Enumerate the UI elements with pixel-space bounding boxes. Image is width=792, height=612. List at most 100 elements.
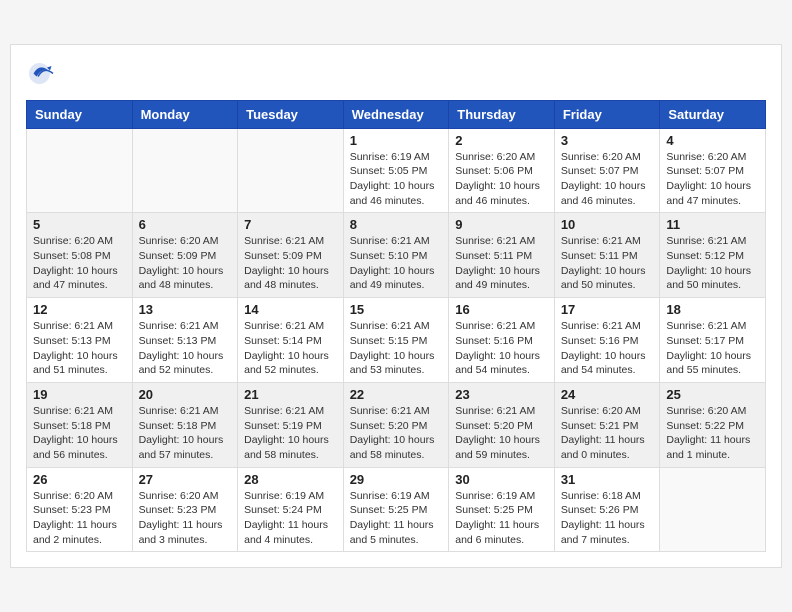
day-cell: 30 Sunrise: 6:19 AM Sunset: 5:25 PM Dayli… — [449, 467, 555, 552]
day-number: 13 — [139, 302, 232, 317]
day-info: Sunrise: 6:21 AM Sunset: 5:16 PM Dayligh… — [455, 319, 548, 378]
day-cell: 17 Sunrise: 6:21 AM Sunset: 5:16 PM Dayli… — [554, 298, 660, 383]
day-number: 4 — [666, 133, 759, 148]
day-info: Sunrise: 6:21 AM Sunset: 5:20 PM Dayligh… — [455, 404, 548, 463]
day-cell: 24 Sunrise: 6:20 AM Sunset: 5:21 PM Dayli… — [554, 382, 660, 467]
day-cell: 13 Sunrise: 6:21 AM Sunset: 5:13 PM Dayli… — [132, 298, 238, 383]
day-number: 19 — [33, 387, 126, 402]
day-info: Sunrise: 6:19 AM Sunset: 5:25 PM Dayligh… — [350, 489, 443, 548]
day-number: 2 — [455, 133, 548, 148]
day-cell: 11 Sunrise: 6:21 AM Sunset: 5:12 PM Dayli… — [660, 213, 766, 298]
day-cell: 25 Sunrise: 6:20 AM Sunset: 5:22 PM Dayli… — [660, 382, 766, 467]
day-cell: 6 Sunrise: 6:20 AM Sunset: 5:09 PM Daylig… — [132, 213, 238, 298]
day-number: 7 — [244, 217, 337, 232]
week-row-5: 26 Sunrise: 6:20 AM Sunset: 5:23 PM Dayli… — [27, 467, 766, 552]
day-cell: 10 Sunrise: 6:21 AM Sunset: 5:11 PM Dayli… — [554, 213, 660, 298]
day-cell: 3 Sunrise: 6:20 AM Sunset: 5:07 PM Daylig… — [554, 128, 660, 213]
day-cell — [132, 128, 238, 213]
day-info: Sunrise: 6:21 AM Sunset: 5:17 PM Dayligh… — [666, 319, 759, 378]
day-cell: 28 Sunrise: 6:19 AM Sunset: 5:24 PM Dayli… — [238, 467, 344, 552]
week-row-2: 5 Sunrise: 6:20 AM Sunset: 5:08 PM Daylig… — [27, 213, 766, 298]
day-number: 11 — [666, 217, 759, 232]
day-cell: 20 Sunrise: 6:21 AM Sunset: 5:18 PM Dayli… — [132, 382, 238, 467]
week-row-3: 12 Sunrise: 6:21 AM Sunset: 5:13 PM Dayli… — [27, 298, 766, 383]
day-info: Sunrise: 6:21 AM Sunset: 5:12 PM Dayligh… — [666, 234, 759, 293]
calendar-container: SundayMondayTuesdayWednesdayThursdayFrid… — [10, 44, 782, 569]
week-row-1: 1 Sunrise: 6:19 AM Sunset: 5:05 PM Daylig… — [27, 128, 766, 213]
day-cell — [238, 128, 344, 213]
day-cell: 8Sunrise: 6:21 AM Sunset: 5:10 PM Daylig… — [343, 213, 449, 298]
day-cell: 22Sunrise: 6:21 AM Sunset: 5:20 PM Dayli… — [343, 382, 449, 467]
day-info: Sunrise: 6:21 AM Sunset: 5:18 PM Dayligh… — [139, 404, 232, 463]
day-number: 16 — [455, 302, 548, 317]
day-info: Sunrise: 6:20 AM Sunset: 5:23 PM Dayligh… — [139, 489, 232, 548]
day-number: 31 — [561, 472, 654, 487]
day-info: Sunrise: 6:20 AM Sunset: 5:06 PM Dayligh… — [455, 150, 548, 209]
day-cell: 31 Sunrise: 6:18 AM Sunset: 5:26 PM Dayli… — [554, 467, 660, 552]
day-info: Sunrise: 6:19 AM Sunset: 5:24 PM Dayligh… — [244, 489, 337, 548]
day-info: Sunrise: 6:21 AM Sunset: 5:13 PM Dayligh… — [33, 319, 126, 378]
day-number: 6 — [139, 217, 232, 232]
day-number: 26 — [33, 472, 126, 487]
day-number: 18 — [666, 302, 759, 317]
day-number: 15 — [350, 302, 443, 317]
day-number: 27 — [139, 472, 232, 487]
weekday-header-friday: Friday — [554, 100, 660, 128]
day-info: Sunrise: 6:20 AM Sunset: 5:08 PM Dayligh… — [33, 234, 126, 293]
day-info: Sunrise: 6:21 AM Sunset: 5:14 PM Dayligh… — [244, 319, 337, 378]
day-cell: 4 Sunrise: 6:20 AM Sunset: 5:07 PM Daylig… — [660, 128, 766, 213]
day-number: 12 — [33, 302, 126, 317]
day-cell: 26Sunrise: 6:20 AM Sunset: 5:23 PM Dayli… — [27, 467, 133, 552]
calendar-grid: SundayMondayTuesdayWednesdayThursdayFrid… — [26, 100, 766, 553]
weekday-header-monday: Monday — [132, 100, 238, 128]
week-row-4: 19 Sunrise: 6:21 AM Sunset: 5:18 PM Dayli… — [27, 382, 766, 467]
day-number: 29 — [350, 472, 443, 487]
day-number: 25 — [666, 387, 759, 402]
day-cell: 12 Sunrise: 6:21 AM Sunset: 5:13 PM Dayli… — [27, 298, 133, 383]
day-cell: 15Sunrise: 6:21 AM Sunset: 5:15 PM Dayli… — [343, 298, 449, 383]
day-info: Sunrise: 6:21 AM Sunset: 5:20 PM Dayligh… — [350, 404, 443, 463]
day-info: Sunrise: 6:19 AM Sunset: 5:05 PM Dayligh… — [350, 150, 443, 209]
day-cell — [660, 467, 766, 552]
day-cell: 14Sunrise: 6:21 AM Sunset: 5:14 PM Dayli… — [238, 298, 344, 383]
day-cell: 23Sunrise: 6:21 AM Sunset: 5:20 PM Dayli… — [449, 382, 555, 467]
day-info: Sunrise: 6:20 AM Sunset: 5:22 PM Dayligh… — [666, 404, 759, 463]
day-cell: 1 Sunrise: 6:19 AM Sunset: 5:05 PM Daylig… — [343, 128, 449, 213]
day-info: Sunrise: 6:21 AM Sunset: 5:11 PM Dayligh… — [455, 234, 548, 293]
day-number: 17 — [561, 302, 654, 317]
day-cell: 27 Sunrise: 6:20 AM Sunset: 5:23 PM Dayli… — [132, 467, 238, 552]
day-cell: 9 Sunrise: 6:21 AM Sunset: 5:11 PM Daylig… — [449, 213, 555, 298]
weekday-header-wednesday: Wednesday — [343, 100, 449, 128]
day-cell: 18 Sunrise: 6:21 AM Sunset: 5:17 PM Dayli… — [660, 298, 766, 383]
day-info: Sunrise: 6:21 AM Sunset: 5:16 PM Dayligh… — [561, 319, 654, 378]
day-number: 8 — [350, 217, 443, 232]
weekday-header-tuesday: Tuesday — [238, 100, 344, 128]
day-number: 1 — [350, 133, 443, 148]
day-number: 9 — [455, 217, 548, 232]
day-cell: 5 Sunrise: 6:20 AM Sunset: 5:08 PM Daylig… — [27, 213, 133, 298]
day-cell: 19 Sunrise: 6:21 AM Sunset: 5:18 PM Dayli… — [27, 382, 133, 467]
day-number: 10 — [561, 217, 654, 232]
day-number: 20 — [139, 387, 232, 402]
logo-icon — [26, 60, 56, 90]
day-number: 5 — [33, 217, 126, 232]
day-info: Sunrise: 6:20 AM Sunset: 5:21 PM Dayligh… — [561, 404, 654, 463]
day-info: Sunrise: 6:20 AM Sunset: 5:09 PM Dayligh… — [139, 234, 232, 293]
weekday-header-sunday: Sunday — [27, 100, 133, 128]
day-info: Sunrise: 6:20 AM Sunset: 5:07 PM Dayligh… — [666, 150, 759, 209]
day-info: Sunrise: 6:21 AM Sunset: 5:19 PM Dayligh… — [244, 404, 337, 463]
day-info: Sunrise: 6:21 AM Sunset: 5:09 PM Dayligh… — [244, 234, 337, 293]
day-info: Sunrise: 6:21 AM Sunset: 5:18 PM Dayligh… — [33, 404, 126, 463]
day-info: Sunrise: 6:20 AM Sunset: 5:07 PM Dayligh… — [561, 150, 654, 209]
day-info: Sunrise: 6:21 AM Sunset: 5:11 PM Dayligh… — [561, 234, 654, 293]
day-number: 3 — [561, 133, 654, 148]
day-number: 24 — [561, 387, 654, 402]
day-info: Sunrise: 6:19 AM Sunset: 5:25 PM Dayligh… — [455, 489, 548, 548]
day-info: Sunrise: 6:18 AM Sunset: 5:26 PM Dayligh… — [561, 489, 654, 548]
weekday-header-thursday: Thursday — [449, 100, 555, 128]
day-info: Sunrise: 6:21 AM Sunset: 5:13 PM Dayligh… — [139, 319, 232, 378]
day-number: 28 — [244, 472, 337, 487]
logo — [26, 60, 58, 90]
day-number: 30 — [455, 472, 548, 487]
day-cell — [27, 128, 133, 213]
